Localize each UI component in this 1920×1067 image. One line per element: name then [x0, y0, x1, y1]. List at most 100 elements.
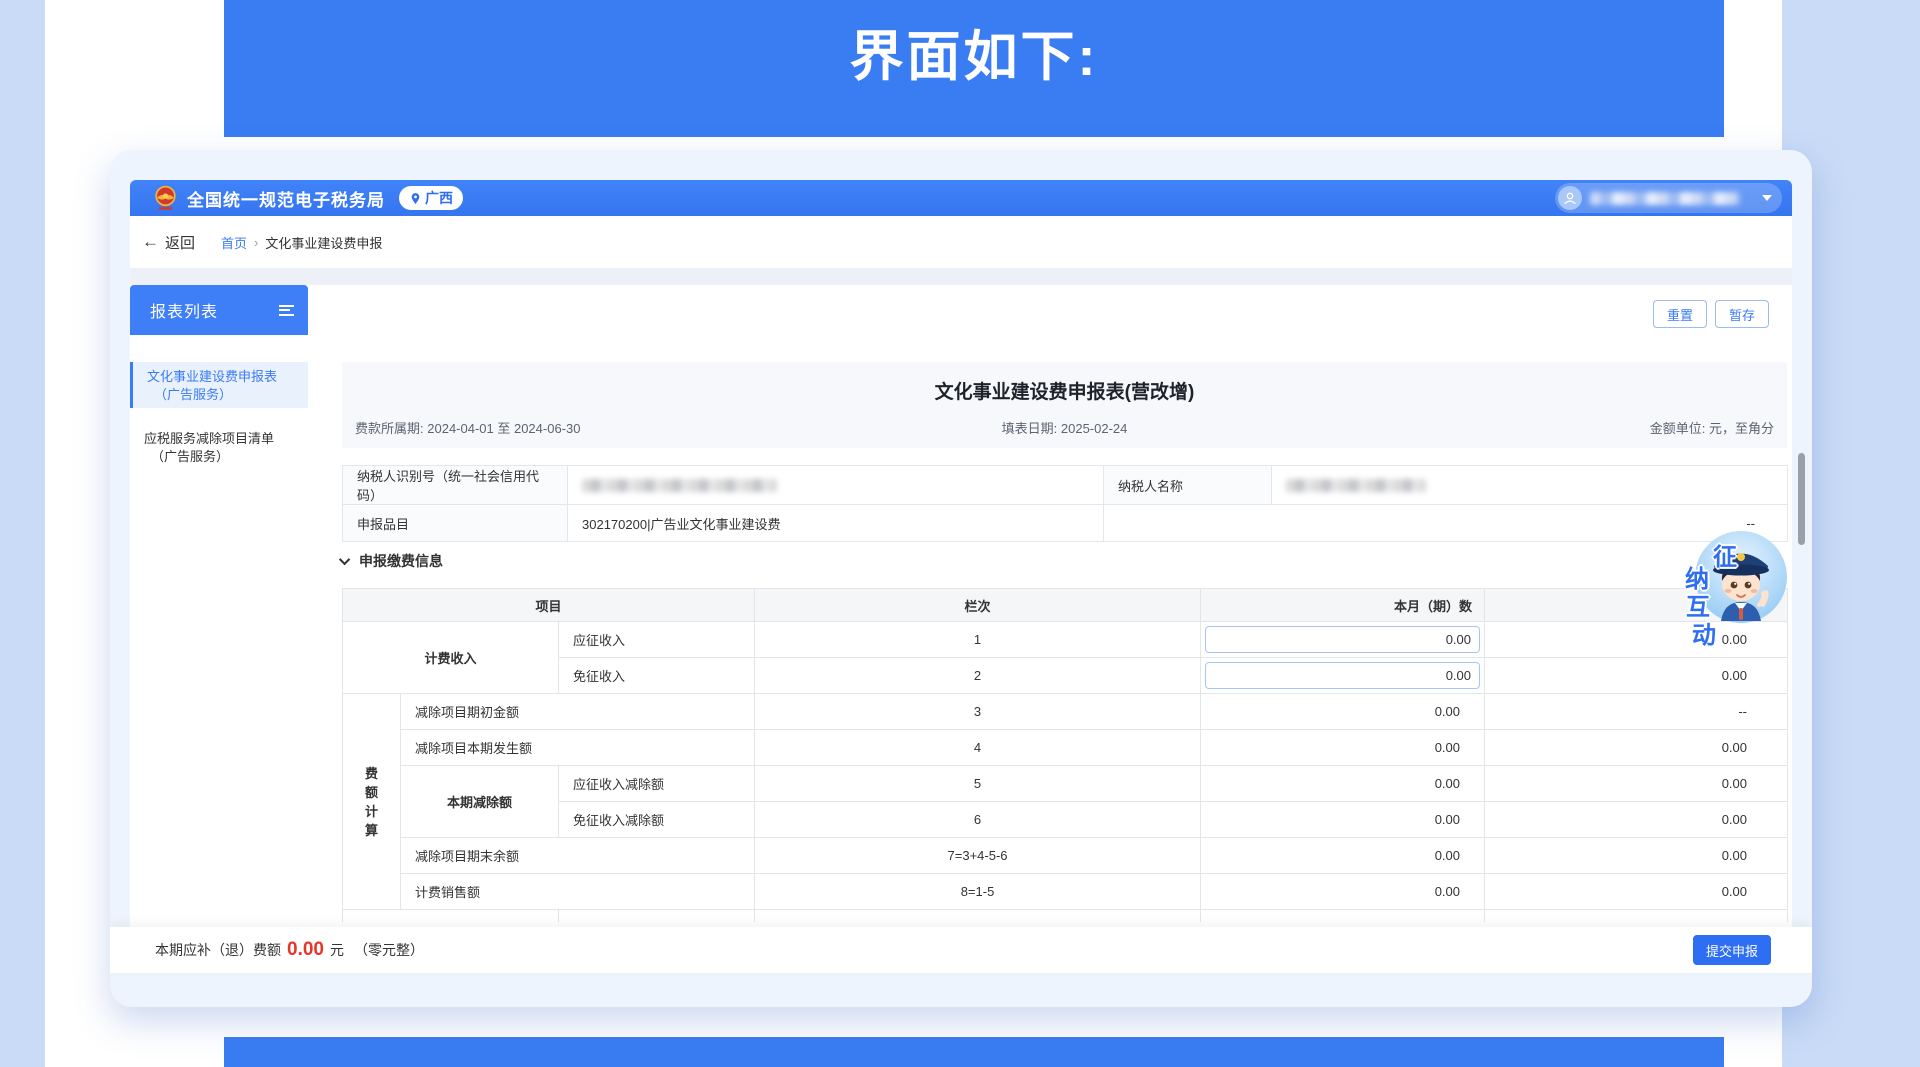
menu-icon[interactable] — [279, 302, 294, 318]
month-value-cell — [1201, 622, 1485, 658]
person-icon — [1562, 190, 1578, 206]
table-header-row: 项目 栏次 本月（期）数 — [343, 589, 1788, 622]
back-arrow-icon[interactable]: ← — [142, 232, 159, 252]
row-line-no: 2 — [755, 658, 1201, 694]
month-value: 0.00 — [1201, 694, 1485, 730]
scrollbar-thumb[interactable] — [1798, 453, 1805, 545]
taxpayer-id-redacted — [582, 479, 777, 492]
sidebar-item-declaration-form[interactable]: 文化事业建设费申报表 （广告服务） — [130, 362, 308, 408]
form-header: 文化事业建设费申报表(营改增) 费款所属期: 2024-04-01 至 2024… — [342, 362, 1787, 448]
form-meta-row: 费款所属期: 2024-04-01 至 2024-06-30 填表日期: 202… — [342, 418, 1787, 436]
accumulated-value: 0.00 — [1485, 802, 1788, 838]
declaration-table-container: 项目 栏次 本月（期）数 计费收入 应征收入 1 0.00 — [342, 588, 1789, 922]
table-row: 计费销售额 8=1-5 0.00 0.00 — [343, 874, 1788, 910]
form-footer: 本期应补（退）费额 0.00 元 （零元整） 提交申报 — [110, 927, 1812, 973]
row-line-no: 5 — [755, 766, 1201, 802]
table-row: 减除项目本期发生额 4 0.00 0.00 — [343, 730, 1788, 766]
fill-date-value: 2025-02-24 — [1061, 421, 1128, 436]
tax-app-window: 全国统一规范电子税务局 广西 ← 返回 — [110, 150, 1812, 1007]
sidebar-item-deduction-list[interactable]: 应税服务减除项目清单 （广告服务） — [130, 424, 308, 466]
month-value: 0.00 — [1201, 730, 1485, 766]
breadcrumb: ← 返回 首页 › 文化事业建设费申报 — [130, 216, 1792, 268]
taxpayer-id-value — [568, 466, 1104, 505]
breadcrumb-home[interactable]: 首页 — [221, 233, 247, 252]
user-account-menu[interactable] — [1555, 183, 1782, 213]
username-redacted — [1590, 192, 1740, 205]
row-label: 应征收入 — [559, 622, 755, 658]
sidebar-item-label-line2: （广告服务） — [144, 448, 308, 466]
accumulated-value: 0.00 — [1485, 838, 1788, 874]
app-header: 全国统一规范电子税务局 广西 — [130, 180, 1792, 216]
row-line-no: 3 — [755, 694, 1201, 730]
declaration-table: 项目 栏次 本月（期）数 计费收入 应征收入 1 0.00 — [342, 588, 1788, 922]
banner-title: 界面如下: — [224, 12, 1724, 91]
row-label: 减除项目期初金额 — [401, 694, 755, 730]
taxpayer-name-label: 纳税人名称 — [1104, 466, 1272, 505]
mascot-char-4: 动 — [1692, 615, 1716, 650]
row-line-no: 4 — [755, 730, 1201, 766]
table-row-clipped — [343, 910, 1788, 923]
amount-unit: 元 — [330, 940, 344, 960]
table-row: 本期减除额 应征收入减除额 5 0.00 0.00 — [343, 766, 1788, 802]
table-row: 计费收入 应征收入 1 0.00 — [343, 622, 1788, 658]
section-header: 申报缴费信息 — [342, 551, 443, 571]
reset-button[interactable]: 重置 — [1653, 300, 1707, 328]
accumulated-value: 0.00 — [1485, 766, 1788, 802]
bottom-banner — [224, 1037, 1724, 1067]
group-current-deduction: 本期减除额 — [401, 766, 559, 838]
row-label: 减除项目期末余额 — [401, 838, 755, 874]
sidebar-item-label: 文化事业建设费申报表 — [147, 368, 308, 386]
tax-interaction-mascot[interactable]: 征 纳 互 动 — [1675, 535, 1812, 685]
tax-bureau-logo — [152, 185, 179, 212]
row-line-no: 7=3+4-5-6 — [755, 838, 1201, 874]
divider-strip — [130, 268, 1792, 285]
region-label: 广西 — [425, 188, 453, 208]
app-title: 全国统一规范电子税务局 — [187, 186, 385, 211]
col-header-item: 项目 — [343, 589, 755, 622]
chevron-down-icon — [1762, 195, 1772, 201]
row-line-no: 1 — [755, 622, 1201, 658]
top-banner: 界面如下: — [224, 0, 1724, 137]
section-title: 申报缴费信息 — [359, 551, 443, 571]
row-label: 应征收入减除额 — [559, 766, 755, 802]
taxable-income-input[interactable] — [1205, 626, 1480, 653]
breadcrumb-separator: › — [254, 235, 258, 250]
sidebar-title: 报表列表 — [150, 298, 218, 322]
row-line-no: 8=1-5 — [755, 874, 1201, 910]
table-row: 费额计算 减除项目期初金额 3 0.00 -- — [343, 694, 1788, 730]
amount-in-words: （零元整） — [354, 940, 424, 960]
sidebar-header: 报表列表 — [130, 285, 308, 335]
col-header-line: 栏次 — [755, 589, 1201, 622]
fill-date-label: 填表日期: — [1002, 421, 1058, 436]
group-billable-income: 计费收入 — [343, 622, 559, 694]
taxpayer-name-value — [1272, 466, 1788, 505]
accumulated-value: 0.00 — [1485, 730, 1788, 766]
row-label: 免征收入减除额 — [559, 802, 755, 838]
accumulated-value: -- — [1485, 694, 1788, 730]
info-row-1: 纳税人识别号（统一社会信用代码） 纳税人名称 — [343, 466, 1788, 505]
info-row-2: 申报品目 302170200|广告业文化事业建设费 -- — [343, 505, 1788, 542]
declaration-item-label: 申报品目 — [343, 505, 568, 542]
month-value: 0.00 — [1201, 874, 1485, 910]
region-selector[interactable]: 广西 — [399, 186, 463, 210]
declaration-item-value: 302170200|广告业文化事业建设费 — [568, 505, 1104, 542]
breadcrumb-current: 文化事业建设费申报 — [265, 233, 382, 252]
submit-declaration-button[interactable]: 提交申报 — [1693, 935, 1771, 965]
amount-due-value: 0.00 — [287, 939, 324, 961]
amount-due-label: 本期应补（退）费额 — [155, 940, 281, 960]
taxpayer-name-redacted — [1286, 479, 1426, 492]
form-title: 文化事业建设费申报表(营改增) — [342, 362, 1787, 404]
avatar — [1558, 186, 1582, 210]
exempt-income-input[interactable] — [1205, 662, 1480, 689]
save-draft-button[interactable]: 暂存 — [1715, 300, 1769, 328]
row-label: 计费销售额 — [401, 874, 755, 910]
month-value: 0.00 — [1201, 802, 1485, 838]
taxpayer-id-label: 纳税人识别号（统一社会信用代码） — [343, 466, 568, 505]
table-row: 减除项目期末余额 7=3+4-5-6 0.00 0.00 — [343, 838, 1788, 874]
group-fee-calculation-label: 费额计算 — [365, 764, 379, 840]
back-button[interactable]: 返回 — [165, 232, 195, 253]
page: 界面如下: 全国统一规范电子税务局 广西 — [0, 0, 1920, 1067]
fill-date: 填表日期: 2025-02-24 — [342, 418, 1787, 437]
table-row: 免征收入 2 0.00 — [343, 658, 1788, 694]
col-header-month: 本月（期）数 — [1201, 589, 1485, 622]
